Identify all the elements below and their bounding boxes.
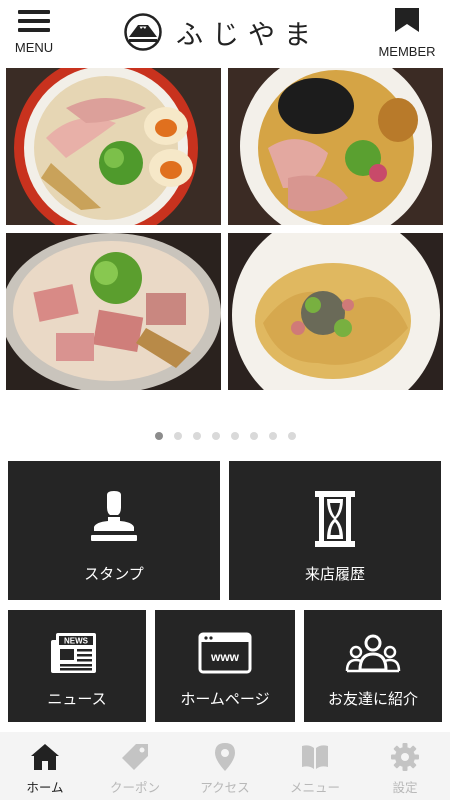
visit-history-label: 来店履歴 [304, 565, 365, 583]
carousel-dot[interactable] [154, 432, 163, 440]
member-button[interactable]: MEMBER [374, 8, 440, 59]
refer-friend-label: お友達に紹介 [327, 690, 418, 708]
mazesoba-photo [228, 233, 443, 390]
mount-fuji-logo-icon [124, 13, 162, 51]
map-pin-icon [215, 743, 235, 771]
news-tile[interactable]: NEWS ニュース [8, 610, 146, 722]
brand-name: ふじやま [176, 19, 320, 51]
stamp-icon [91, 491, 137, 541]
nav-label-menu: メニュー [289, 780, 340, 795]
refer-friend-tile[interactable]: お友達に紹介 [304, 610, 442, 722]
hourglass-icon [315, 491, 355, 547]
ramen-photo-2 [228, 68, 443, 225]
hamburger-icon [18, 10, 50, 32]
homepage-tile[interactable]: www ホームページ [155, 610, 295, 722]
photo-carousel[interactable] [6, 68, 444, 390]
member-label: MEMBER [378, 44, 436, 59]
carousel-dot[interactable] [287, 432, 296, 440]
gear-icon [391, 743, 419, 771]
carousel-dot[interactable] [230, 432, 239, 440]
brand-logo-area: ふじやま [124, 12, 320, 52]
newspaper-icon: NEWS [51, 633, 96, 673]
stamp-tile[interactable]: スタンプ [8, 461, 220, 600]
www-icon-text: www [210, 650, 240, 664]
nav-item-menu[interactable]: メニュー [270, 732, 360, 800]
nav-label-home: ホーム [26, 780, 64, 795]
carousel-dot[interactable] [211, 432, 220, 440]
homepage-label: ホームページ [180, 690, 270, 708]
browser-www-icon: www [198, 632, 252, 674]
coupon-tag-icon [122, 744, 148, 770]
carousel-pagination [0, 432, 450, 444]
stamp-label: スタンプ [84, 565, 144, 583]
nav-label-access: アクセス [200, 780, 250, 795]
nav-label-settings: 設定 [392, 780, 418, 795]
app-header: MENU ふじやま MEMBER [0, 0, 450, 62]
nav-item-access[interactable]: アクセス [180, 732, 270, 800]
bookmark-icon [395, 8, 419, 32]
bottom-nav: ホーム クーポン アクセス メニュー 設定 [0, 732, 450, 800]
nav-item-home[interactable]: ホーム [0, 732, 90, 800]
nav-item-settings[interactable]: 設定 [360, 732, 450, 800]
group-people-icon [345, 634, 401, 673]
carousel-dot[interactable] [249, 432, 258, 440]
carousel-dot[interactable] [173, 432, 182, 440]
carousel-dot[interactable] [192, 432, 201, 440]
menu-button[interactable]: MENU [8, 8, 60, 56]
ramen-photo-1 [6, 68, 221, 225]
book-icon [302, 745, 328, 769]
nav-label-coupon: クーポン [109, 780, 160, 795]
home-icon [31, 744, 59, 770]
carousel-dot[interactable] [268, 432, 277, 440]
news-label: ニュース [47, 690, 107, 708]
nav-item-coupon[interactable]: クーポン [90, 732, 180, 800]
rice-bowl-photo [6, 233, 221, 390]
news-icon-text: NEWS [64, 637, 89, 646]
visit-history-tile[interactable]: 来店履歴 [229, 461, 441, 600]
menu-label: MENU [14, 40, 54, 55]
